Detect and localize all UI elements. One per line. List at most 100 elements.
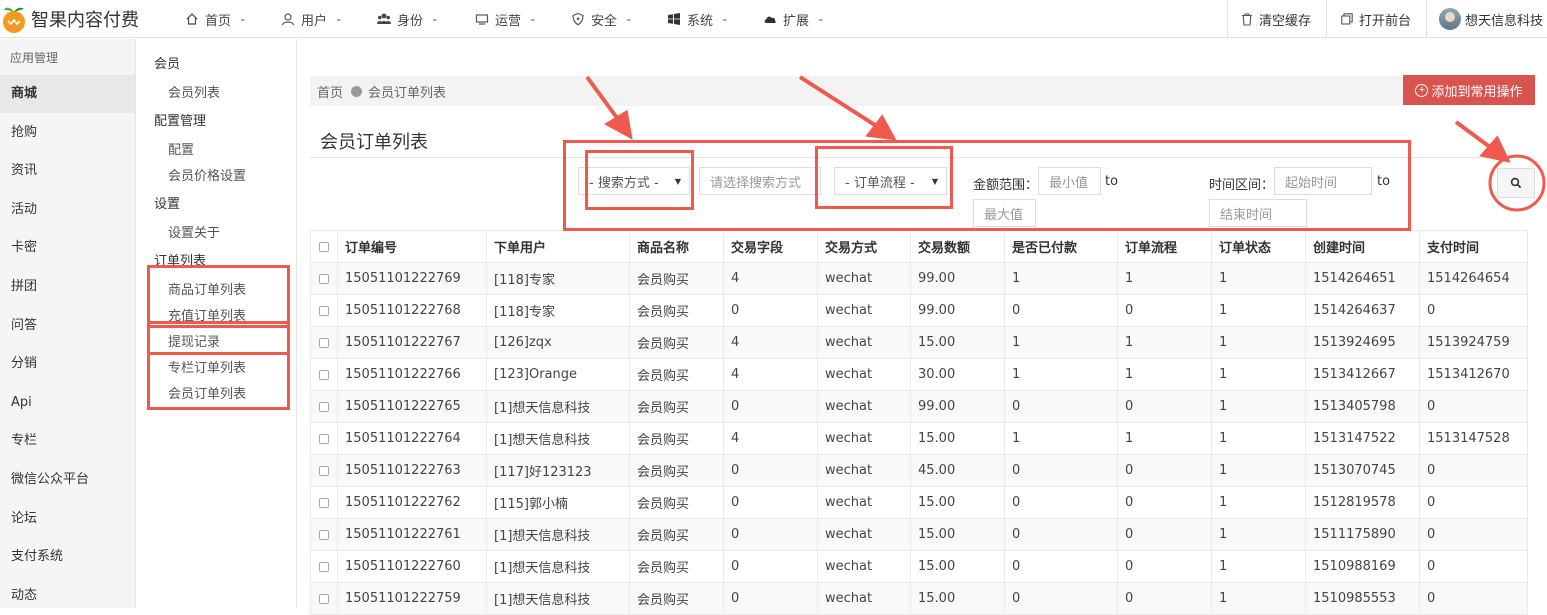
table-row[interactable]: 15051101222761 [1]想天信息科技 会员购买 0 wechat 15.00 0… <box>310 518 1528 551</box>
column-header[interactable]: 订单状态 <box>1211 230 1306 263</box>
breadcrumb-home[interactable]: 首页 <box>317 82 343 101</box>
column-header[interactable]: 交易方式 <box>817 230 911 263</box>
nav-extension[interactable]: 扩展 ⌄ <box>763 0 825 38</box>
checkbox[interactable] <box>319 593 329 604</box>
checkbox[interactable] <box>319 401 329 412</box>
table-row[interactable]: 15051101222760 [1]想天信息科技 会员购买 0 wechat 15.00 0… <box>310 550 1528 583</box>
sidebar-item-forum[interactable]: 论坛 <box>0 500 135 538</box>
checkbox[interactable] <box>319 241 329 252</box>
app-sidebar: 应用管理 商城 抢购 资讯 活动 卡密 拼团 问答 分销 Api 专栏 微信公众… <box>0 39 136 608</box>
sidebar-item-activity[interactable]: 活动 <box>0 191 135 229</box>
table-cell: 1513147522 <box>1305 422 1420 455</box>
table-row[interactable]: 15051101222765 [1]想天信息科技 会员购买 0 wechat 99.00 0… <box>310 390 1528 423</box>
checkbox[interactable] <box>319 305 329 316</box>
clear-cache-label: 清空缓存 <box>1259 13 1312 29</box>
row-checkbox-cell[interactable] <box>310 358 338 391</box>
column-header[interactable]: 创建时间 <box>1305 230 1420 263</box>
row-checkbox-cell[interactable] <box>310 262 338 295</box>
checkbox[interactable] <box>319 497 329 508</box>
sidebar-item-news[interactable]: 资讯 <box>0 152 135 190</box>
checkbox[interactable] <box>319 465 329 476</box>
open-frontend-button[interactable]: 打开前台 <box>1326 0 1426 38</box>
row-checkbox-cell[interactable] <box>310 582 338 615</box>
submenu-item-about[interactable]: 设置关于 <box>168 222 220 241</box>
table-row[interactable]: 15051101222767 [126]zqx 会员购买 4 wechat 15.00 1 1… <box>310 326 1528 359</box>
sidebar-item-qa[interactable]: 问答 <box>0 307 135 345</box>
app-title: 智果内容付费 <box>31 10 139 31</box>
row-checkbox-cell[interactable] <box>310 550 338 583</box>
table-cell: 1513405798 <box>1305 390 1420 423</box>
nav-user[interactable]: 用户 ⌄ <box>281 0 343 38</box>
submenu-item-config[interactable]: 配置 <box>168 139 194 158</box>
sidebar-item-feed[interactable]: 动态 <box>0 577 135 615</box>
sidebar-item-api[interactable]: Api <box>0 384 135 422</box>
sidebar-item-card[interactable]: 卡密 <box>0 229 135 267</box>
checkbox[interactable] <box>319 273 329 284</box>
table-cell: 0 <box>723 582 818 615</box>
user-menu[interactable]: 想天信息科技 <box>1426 0 1547 38</box>
row-checkbox-cell[interactable] <box>310 422 338 455</box>
copy-icon <box>1341 13 1353 25</box>
table-cell: 1510988169 <box>1305 550 1420 583</box>
sidebar-item-group-buy[interactable]: 拼团 <box>0 268 135 306</box>
column-header[interactable]: 交易数额 <box>910 230 1005 263</box>
checkbox[interactable] <box>319 433 329 444</box>
column-header[interactable]: 下单用户 <box>486 230 630 263</box>
table-cell: [115]郭小楠 <box>486 486 630 519</box>
search-icon <box>1510 177 1522 189</box>
nav-home[interactable]: 首页 ⌄ <box>185 0 247 38</box>
table-cell: 1 <box>1211 262 1306 295</box>
table-cell: 1 <box>1004 326 1118 359</box>
table-cell: 4 <box>723 422 818 455</box>
column-header[interactable]: 是否已付款 <box>1004 230 1118 263</box>
nav-identity[interactable]: 身份 ⌄ <box>377 0 439 38</box>
column-header[interactable]: 商品名称 <box>629 230 724 263</box>
row-checkbox-cell[interactable] <box>310 294 338 327</box>
row-checkbox-cell[interactable] <box>310 326 338 359</box>
sidebar-item-column[interactable]: 专栏 <box>0 422 135 460</box>
sidebar-item-shop[interactable]: 商城 <box>0 75 135 113</box>
table-cell: 15.00 <box>910 326 1005 359</box>
row-checkbox-cell[interactable] <box>310 454 338 487</box>
column-header[interactable]: 订单编号 <box>337 230 487 263</box>
checkbox[interactable] <box>319 369 329 380</box>
sidebar-item-flash-sale[interactable]: 抢购 <box>0 114 135 152</box>
checkbox[interactable] <box>319 337 329 348</box>
table-cell: 0 <box>723 294 818 327</box>
column-header[interactable]: 交易字段 <box>723 230 818 263</box>
row-checkbox-cell[interactable] <box>310 390 338 423</box>
table-row[interactable]: 15051101222766 [123]Orange 会员购买 4 wechat 30.0… <box>310 358 1528 391</box>
table-cell: 1 <box>1117 422 1212 455</box>
sidebar-item-wechat[interactable]: 微信公众平台 <box>0 461 135 499</box>
row-checkbox-cell[interactable] <box>310 518 338 551</box>
table-row[interactable]: 15051101222764 [1]想天信息科技 会员购买 4 wechat 15.00 1… <box>310 422 1528 455</box>
submenu-item-member-list[interactable]: 会员列表 <box>168 82 220 101</box>
chevron-down-icon: ⌄ <box>817 14 825 24</box>
column-header[interactable]: 订单流程 <box>1117 230 1212 263</box>
table-cell: 会员购买 <box>629 582 724 615</box>
clear-cache-button[interactable]: 清空缓存 <box>1227 0 1326 38</box>
nav-operation[interactable]: 运营 ⌄ <box>475 0 537 38</box>
nav-security[interactable]: 安全 ⌄ <box>571 0 633 38</box>
add-to-favorites-button[interactable]: + 添加到常用操作 <box>1403 75 1535 105</box>
annotation-box <box>147 321 290 355</box>
table-row[interactable]: 15051101222762 [115]郭小楠 会员购买 0 wechat 15.00 0 0… <box>310 486 1528 519</box>
column-header[interactable]: 支付时间 <box>1419 230 1528 263</box>
table-row[interactable]: 15051101222759 [1]想天信息科技 会员购买 0 wechat 15.00 0… <box>310 582 1528 615</box>
sidebar-item-distribution[interactable]: 分销 <box>0 345 135 383</box>
submenu-item-member-price[interactable]: 会员价格设置 <box>168 165 246 184</box>
sidebar-item-payment[interactable]: 支付系统 <box>0 538 135 576</box>
select-all-checkbox-cell[interactable] <box>310 230 338 263</box>
app-logo[interactable]: 智果内容付费 <box>0 0 139 38</box>
table-row[interactable]: 15051101222768 [118]专家 会员购买 0 wechat 99.00 0 0 1… <box>310 294 1528 327</box>
row-checkbox-cell[interactable] <box>310 486 338 519</box>
table-cell: 0 <box>1419 454 1528 487</box>
user-icon <box>281 13 295 26</box>
table-cell: 1 <box>1211 294 1306 327</box>
checkbox[interactable] <box>319 529 329 540</box>
nav-system[interactable]: 系统 ⌄ <box>667 0 729 38</box>
search-button[interactable] <box>1497 168 1535 198</box>
table-row[interactable]: 15051101222769 [118]专家 会员购买 4 wechat 99.00 1 1 1… <box>310 262 1528 295</box>
checkbox[interactable] <box>319 561 329 572</box>
table-row[interactable]: 15051101222763 [117]好123123 会员购买 0 wechat 45.… <box>310 454 1528 487</box>
